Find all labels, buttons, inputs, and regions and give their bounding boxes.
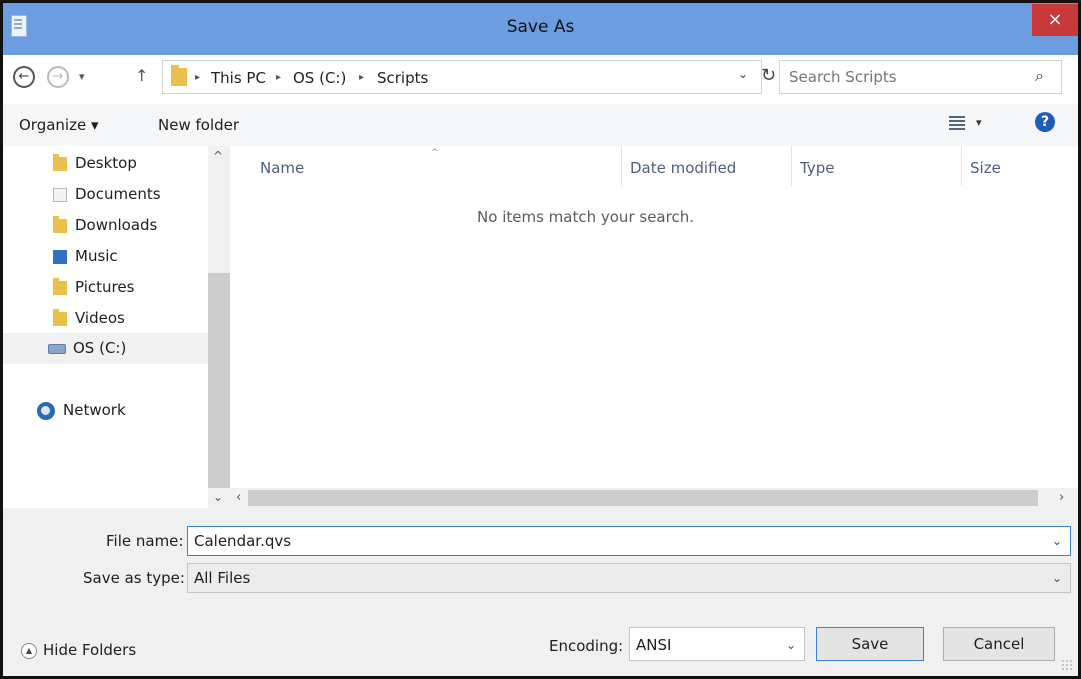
nav-item-label: Documents [75, 185, 161, 203]
address-dropdown-icon[interactable]: ⌄ [738, 67, 748, 81]
filename-label: File name: [106, 532, 184, 550]
search-box[interactable]: ⌕ [779, 60, 1062, 94]
nav-item-label: OS (C:) [73, 339, 127, 357]
nav-item-documents[interactable]: Documents [3, 181, 208, 209]
hide-folders-label: Hide Folders [43, 641, 137, 659]
savetype-dropdown-icon[interactable]: ⌄ [1052, 571, 1062, 585]
nav-scroll-thumb[interactable] [208, 273, 230, 488]
scroll-left-icon[interactable]: ‹ [236, 490, 241, 505]
view-dropdown-icon[interactable]: ▾ [976, 116, 982, 129]
column-header-name[interactable]: Name [260, 159, 304, 177]
videos-icon [53, 309, 67, 326]
savetype-select[interactable]: All Files ⌄ [187, 563, 1071, 593]
recent-locations-icon[interactable]: ▾ [79, 70, 85, 83]
breadcrumb-this-pc[interactable]: This PC [211, 69, 266, 87]
nav-item-desktop[interactable]: Desktop [3, 150, 208, 178]
music-icon [53, 250, 67, 264]
nav-item-os-c[interactable]: OS (C:) [3, 333, 208, 364]
scroll-up-icon[interactable]: ^ [213, 149, 223, 163]
filename-dropdown-icon[interactable]: ⌄ [1052, 534, 1062, 548]
encoding-dropdown-icon[interactable]: ⌄ [786, 638, 796, 652]
search-input[interactable] [789, 68, 1019, 86]
nav-item-label: Videos [75, 309, 125, 327]
breadcrumb-scripts[interactable]: Scripts [377, 69, 428, 87]
nav-item-label: Pictures [75, 278, 135, 296]
column-divider[interactable] [791, 146, 792, 186]
save-as-dialog: Save As × ← → ▾ ↑ ▸ This PC ▸ OS (C:) ▸ … [0, 0, 1081, 679]
nav-item-network[interactable]: Network [3, 397, 208, 425]
breadcrumb-os-c[interactable]: OS (C:) [293, 69, 346, 87]
drive-icon [48, 344, 66, 354]
nav-item-music[interactable]: Music [3, 243, 208, 271]
scroll-down-icon[interactable]: ⌄ [213, 490, 223, 504]
back-button[interactable]: ← [13, 66, 35, 88]
nav-item-label: Music [75, 247, 118, 265]
title-bar[interactable]: Save As × [3, 3, 1078, 55]
save-button[interactable]: Save [816, 627, 924, 661]
navigation-pane: Desktop Documents Downloads Music Pictur… [3, 146, 208, 508]
encoding-label: Encoding: [549, 637, 624, 655]
pictures-icon [53, 278, 67, 295]
address-bar[interactable]: ▸ This PC ▸ OS (C:) ▸ Scripts [162, 60, 762, 94]
filename-input[interactable] [194, 532, 994, 550]
savetype-label: Save as type: [83, 569, 185, 587]
scroll-right-icon[interactable]: › [1059, 490, 1064, 505]
nav-item-videos[interactable]: Videos [3, 305, 208, 333]
breadcrumb-separator: ▸ [195, 72, 201, 83]
filename-field[interactable]: ⌄ [187, 526, 1071, 556]
breadcrumb-separator: ▸ [359, 72, 365, 83]
dialog-title: Save As [506, 17, 575, 37]
command-bar: Organize ▾ New folder ▾ ? [3, 104, 1078, 146]
nav-item-label: Network [63, 401, 126, 419]
view-options-icon[interactable] [949, 114, 965, 130]
new-folder-button[interactable]: New folder [158, 116, 239, 134]
column-header-date-modified[interactable]: Date modified [630, 159, 736, 177]
sort-ascending-icon: ^ [431, 148, 439, 158]
nav-item-label: Desktop [75, 154, 137, 172]
search-icon[interactable]: ⌕ [1035, 66, 1044, 86]
column-header-size[interactable]: Size [970, 159, 1001, 177]
refresh-icon[interactable]: ↻ [761, 65, 776, 86]
forward-button[interactable]: → [47, 66, 69, 88]
close-button[interactable]: × [1032, 4, 1078, 36]
help-icon[interactable]: ? [1035, 112, 1055, 132]
column-divider[interactable] [961, 146, 962, 186]
nav-item-pictures[interactable]: Pictures [3, 274, 208, 302]
column-header-type[interactable]: Type [800, 159, 834, 177]
encoding-select[interactable]: ANSI ⌄ [629, 627, 805, 661]
folder-icon [171, 65, 187, 86]
up-folder-button[interactable]: ↑ [135, 66, 148, 85]
encoding-value: ANSI [636, 636, 672, 654]
column-divider[interactable] [621, 146, 622, 186]
documents-icon [53, 188, 67, 202]
collapse-icon: ▲ [21, 643, 37, 659]
breadcrumb-separator: ▸ [276, 72, 282, 83]
organize-button[interactable]: Organize ▾ [19, 116, 99, 134]
desktop-icon [53, 154, 67, 171]
savetype-value: All Files [194, 569, 251, 587]
resize-grip-icon[interactable] [1061, 659, 1073, 671]
list-scroll-thumb[interactable] [248, 490, 1038, 506]
network-icon [37, 402, 55, 420]
empty-list-message: No items match your search. [477, 208, 694, 226]
cancel-button[interactable]: Cancel [943, 627, 1055, 661]
